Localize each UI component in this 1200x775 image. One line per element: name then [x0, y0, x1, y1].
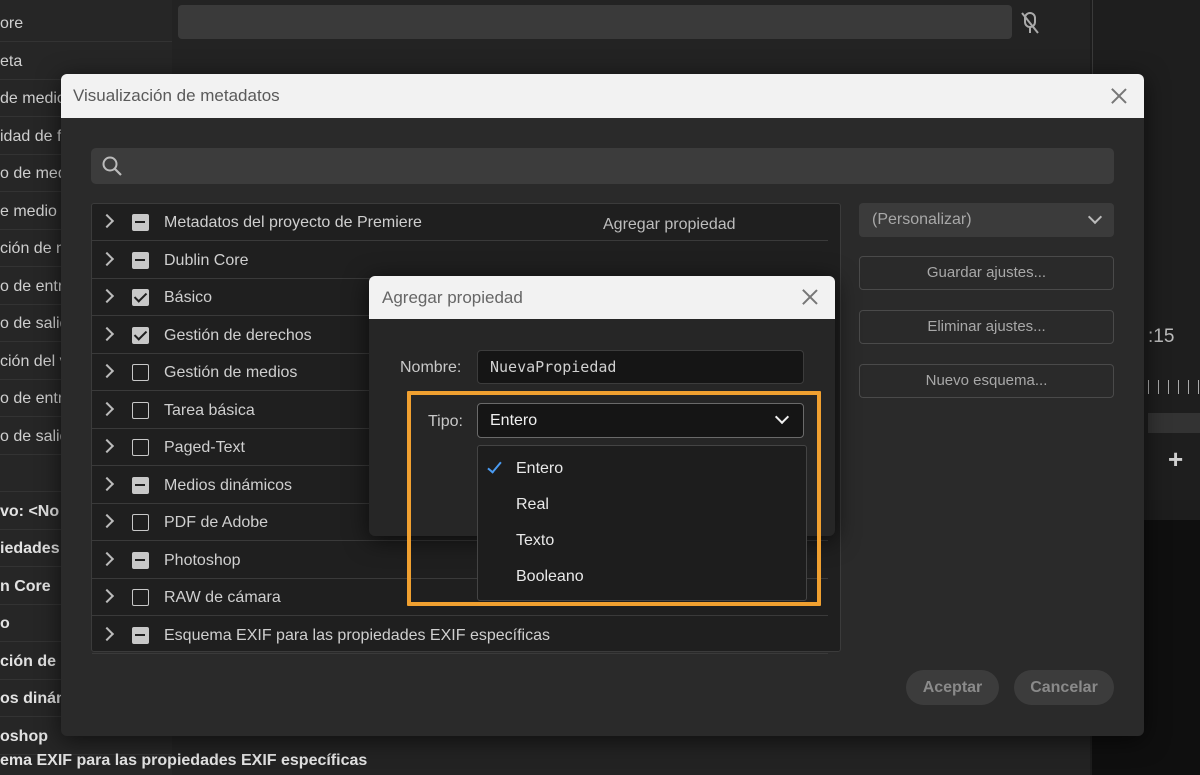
type-option-real[interactable]: Real: [478, 487, 808, 523]
chevron-right-icon[interactable]: [99, 326, 115, 341]
chevron-right-icon[interactable]: [99, 401, 115, 416]
schema-checkbox[interactable]: [132, 401, 149, 419]
background-text-field[interactable]: [178, 5, 1012, 39]
type-option-texto[interactable]: Texto: [478, 523, 808, 559]
schema-checkbox[interactable]: [132, 214, 149, 231]
type-option-label: Real: [516, 496, 549, 513]
type-label: Tipo:: [428, 413, 463, 430]
add-property-title-bar: Agregar propiedad: [369, 276, 835, 319]
schema-label: Gestión de medios: [164, 364, 298, 381]
checkmark-icon: [487, 458, 502, 474]
schema-row[interactable]: Esquema EXIF para las propiedades EXIF e…: [92, 617, 828, 654]
type-option-label: Texto: [516, 532, 555, 549]
schema-label: RAW de cámara: [164, 589, 281, 606]
schema-label: Dublin Core: [164, 251, 249, 269]
unlink-icon[interactable]: [1018, 10, 1044, 36]
schema-checkbox[interactable]: [132, 251, 149, 269]
chevron-right-icon[interactable]: [99, 213, 115, 229]
save-settings-button[interactable]: Guardar ajustes...: [859, 256, 1114, 290]
name-label: Nombre:: [400, 359, 462, 376]
chevron-right-icon[interactable]: [99, 588, 115, 604]
schema-label: PDF de Adobe: [164, 514, 269, 531]
schema-row[interactable]: Dublin Core: [92, 242, 828, 279]
type-select[interactable]: Entero: [477, 403, 804, 438]
schema-row[interactable]: Metadatos del proyecto de Premiere: [92, 204, 828, 241]
chevron-right-icon[interactable]: [99, 551, 115, 566]
chevron-right-icon[interactable]: [99, 626, 115, 641]
close-icon[interactable]: [802, 289, 818, 305]
chevron-right-icon[interactable]: [99, 251, 115, 266]
timeline-ruler[interactable]: [1148, 380, 1200, 394]
type-option-label: Booleano: [516, 568, 584, 585]
chevron-right-icon[interactable]: [99, 288, 115, 304]
chevron-right-icon[interactable]: [99, 438, 115, 454]
schema-label: Tarea básica: [164, 401, 255, 419]
schema-label: Esquema EXIF para las propiedades EXIF e…: [164, 626, 550, 644]
background-row-label[interactable]: ore: [0, 5, 172, 42]
schema-label: Gestión de derechos: [164, 326, 312, 344]
schema-label: Photoshop: [164, 551, 241, 569]
chevron-down-icon: [1087, 209, 1103, 225]
add-property-title: Agregar propiedad: [382, 288, 523, 307]
schema-label: Básico: [164, 289, 213, 306]
schema-checkbox[interactable]: [132, 626, 149, 644]
new-schema-button[interactable]: Nuevo esquema...: [859, 364, 1114, 398]
schema-label: Metadatos del proyecto de Premiere: [164, 214, 422, 231]
add-icon[interactable]: +: [1168, 444, 1183, 475]
delete-settings-button[interactable]: Eliminar ajustes...: [859, 310, 1114, 344]
timecode-readout: :15: [1148, 326, 1175, 347]
chevron-right-icon[interactable]: [99, 513, 115, 529]
chevron-down-icon: [774, 409, 790, 425]
type-option-entero[interactable]: Entero: [478, 451, 808, 487]
timeline-track[interactable]: [1148, 413, 1200, 433]
schema-checkbox[interactable]: [132, 364, 149, 381]
dialog-title-bar: Visualización de metadatos: [61, 74, 1144, 118]
schema-checkbox[interactable]: [132, 551, 149, 569]
close-icon[interactable]: [1111, 88, 1127, 104]
chevron-right-icon[interactable]: [99, 363, 115, 379]
cancel-button[interactable]: Cancelar: [1014, 670, 1114, 705]
type-option-booleano[interactable]: Booleano: [478, 559, 808, 595]
name-input[interactable]: NuevaPropiedad: [477, 350, 804, 384]
schema-label: Paged-Text: [164, 439, 245, 456]
chevron-right-icon[interactable]: [99, 476, 115, 491]
accept-button[interactable]: Aceptar: [906, 670, 999, 705]
preset-select[interactable]: (Personalizar): [859, 203, 1114, 237]
search-input[interactable]: [91, 148, 1114, 184]
search-icon: [102, 156, 122, 176]
dialog-title: Visualización de metadatos: [73, 86, 280, 105]
schema-checkbox[interactable]: [132, 589, 149, 606]
schema-checkbox[interactable]: [132, 439, 149, 456]
schema-checkbox[interactable]: [132, 289, 149, 306]
schema-checkbox[interactable]: [132, 476, 149, 494]
preset-select-value: (Personalizar): [872, 211, 972, 228]
schema-checkbox[interactable]: [132, 326, 149, 344]
background-bottom-row-label: ema EXIF para las propiedades EXIF espec…: [0, 752, 368, 769]
type-dropdown-menu: Entero Real Texto Booleano: [477, 445, 807, 601]
schema-label: Medios dinámicos: [164, 476, 293, 494]
schema-checkbox[interactable]: [132, 514, 149, 531]
type-option-label: Entero: [516, 460, 564, 477]
type-select-value: Entero: [490, 412, 538, 429]
